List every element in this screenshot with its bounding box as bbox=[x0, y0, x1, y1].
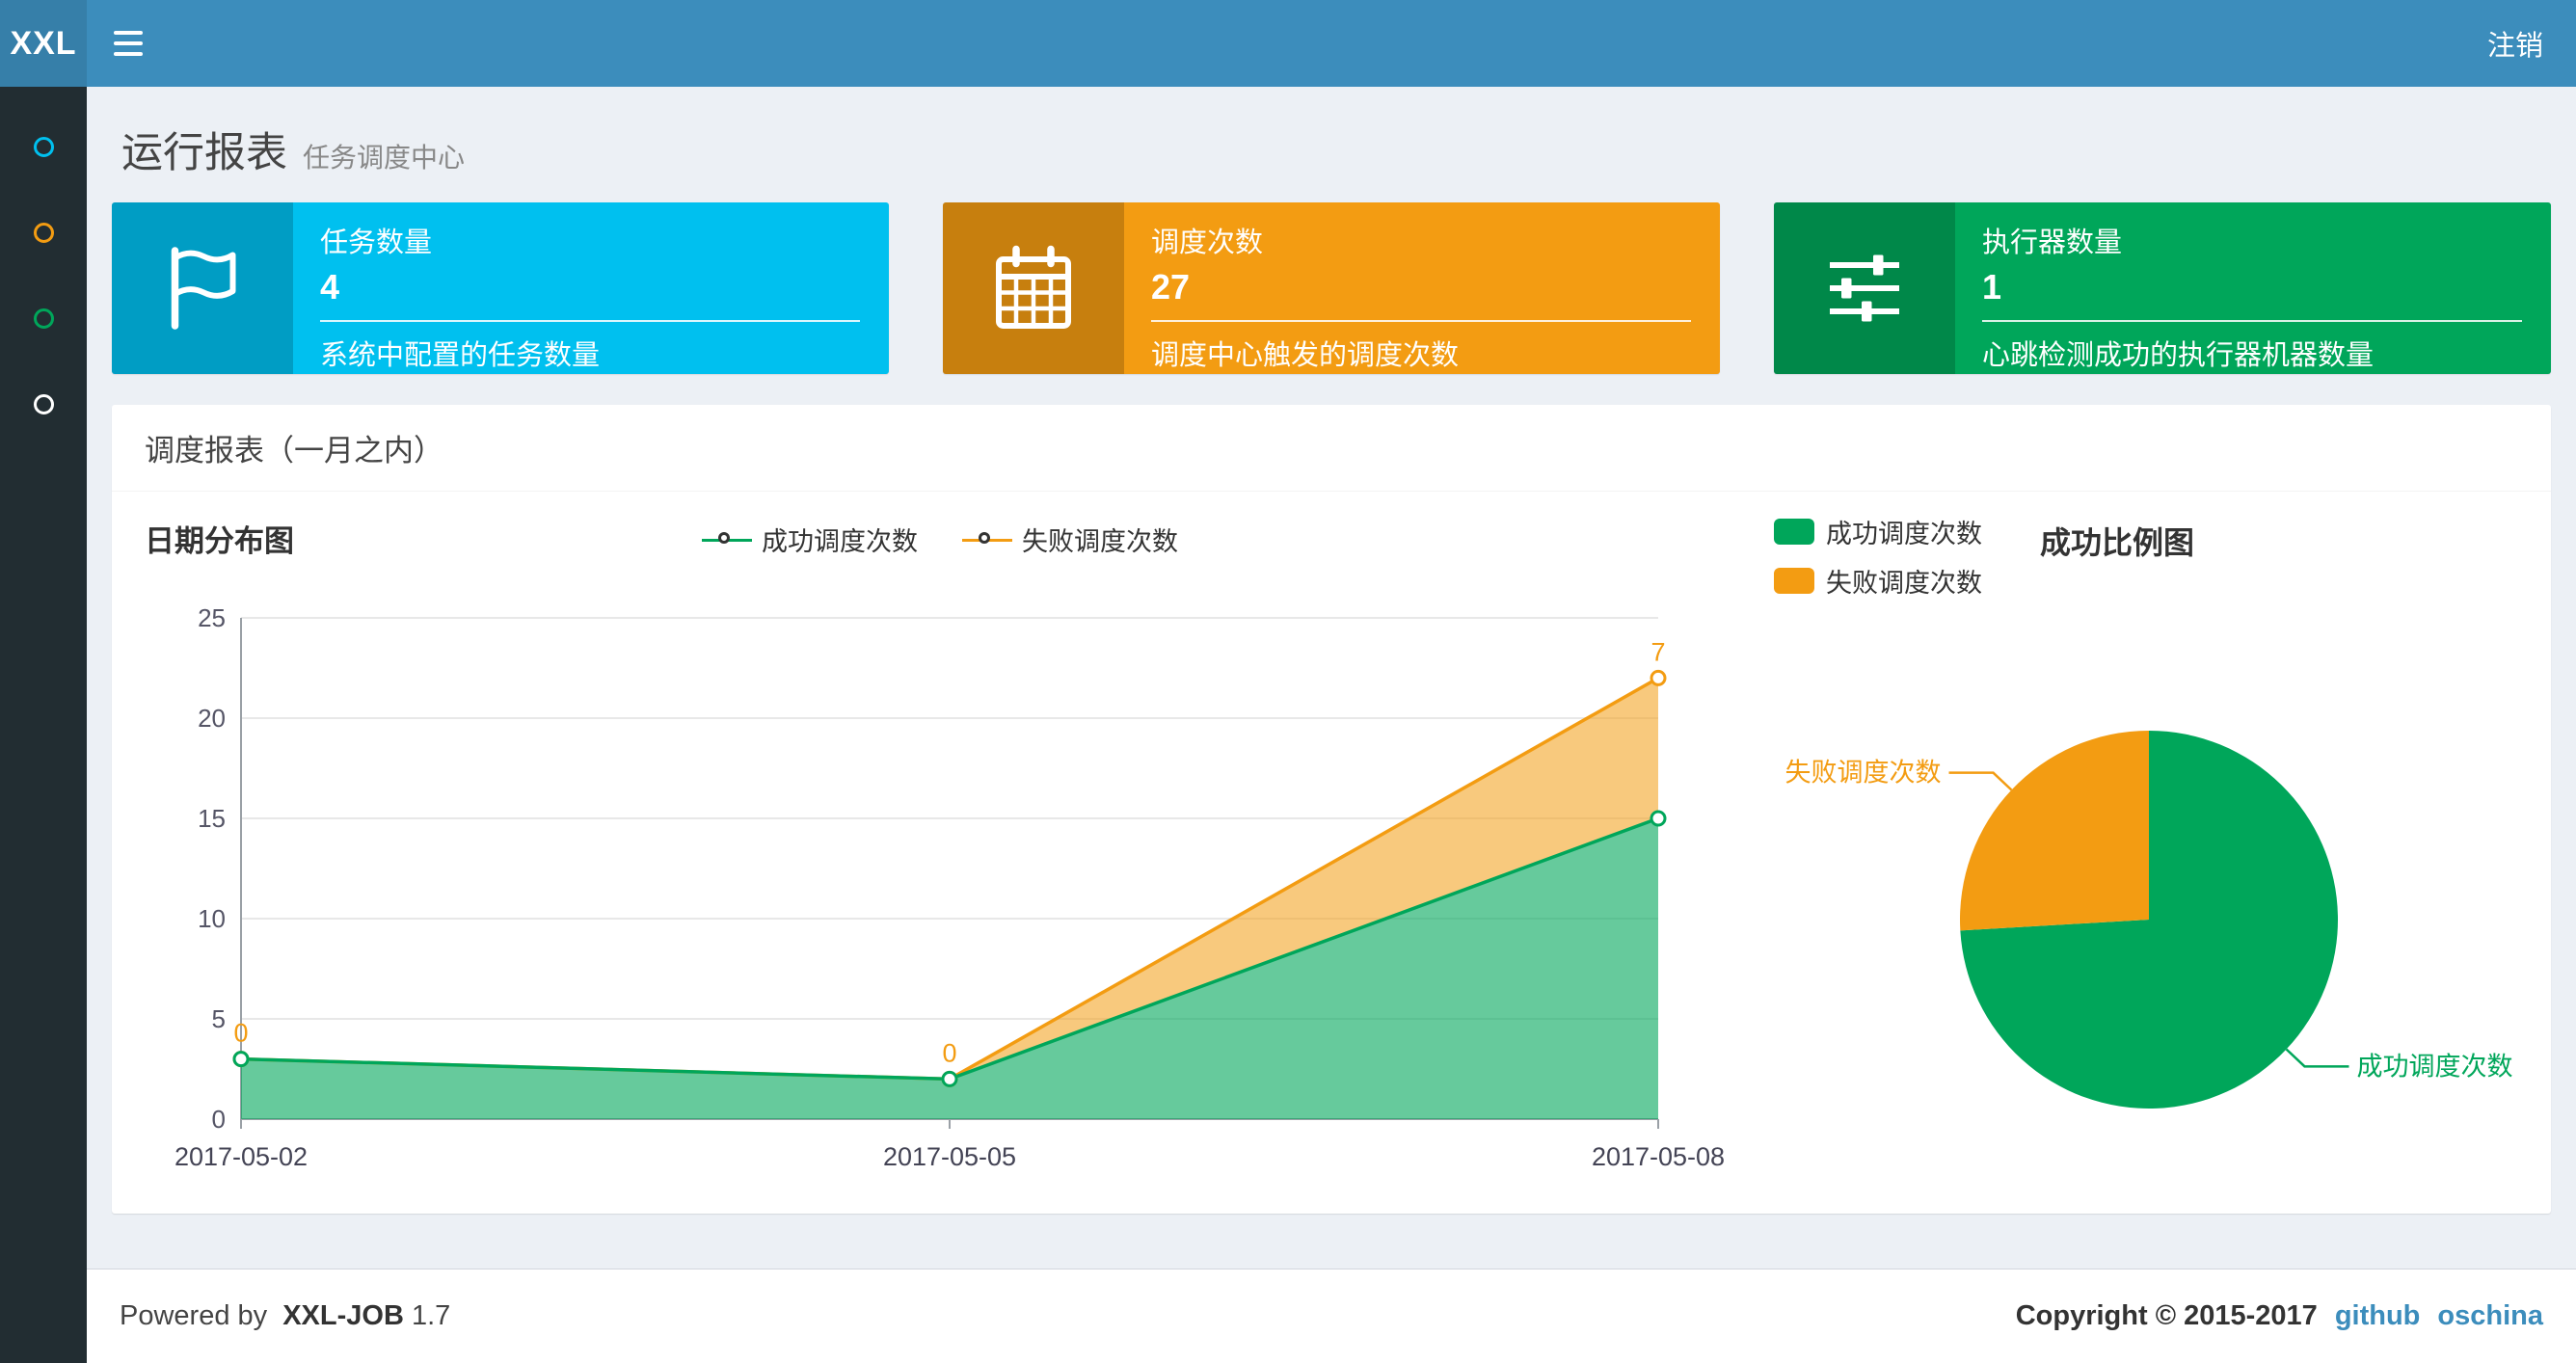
divider bbox=[320, 320, 860, 322]
footer-copyright: Copyright © 2015-2017 github oschina bbox=[2016, 1300, 2543, 1332]
github-link[interactable]: github bbox=[2335, 1300, 2421, 1332]
page-footer: Powered by XXL-JOB 1.7 Copyright © 2015-… bbox=[87, 1269, 2576, 1363]
version-text: 1.7 bbox=[411, 1300, 451, 1331]
info-box-value: 27 bbox=[1151, 267, 1191, 307]
report-panel: 调度报表（一月之内） 日期分布图 成功调度次数 失败调度次数 0 5 10 15… bbox=[112, 405, 2551, 1214]
svg-text:2017-05-02: 2017-05-02 bbox=[174, 1142, 308, 1171]
svg-text:失败调度次数: 失败调度次数 bbox=[1785, 759, 1942, 788]
panel-body: 日期分布图 成功调度次数 失败调度次数 0 5 10 15 20 25 0 20… bbox=[112, 492, 2551, 1214]
legend-label: 失败调度次数 bbox=[1022, 527, 1178, 556]
pie-chart-title: 成功比例图 bbox=[2040, 525, 2195, 560]
sidebar-toggle-button[interactable] bbox=[87, 0, 170, 87]
legend-item-fail[interactable]: 失败调度次数 bbox=[962, 521, 1178, 558]
svg-text:25: 25 bbox=[198, 603, 226, 632]
top-navbar: XXL 注销 bbox=[0, 0, 2576, 87]
legend-label: 成功调度次数 bbox=[762, 527, 918, 556]
hamburger-icon bbox=[114, 31, 143, 35]
sidebar-item-4[interactable] bbox=[0, 361, 87, 447]
hamburger-icon bbox=[114, 52, 143, 56]
date-distribution-chart-section: 日期分布图 成功调度次数 失败调度次数 0 5 10 15 20 25 0 20… bbox=[145, 511, 1735, 1187]
legend-label: 成功调度次数 bbox=[1826, 520, 1982, 548]
info-box-executor-count: 执行器数量 1 心跳检测成功的执行器机器数量 bbox=[1774, 202, 2551, 374]
sidebar-item-3[interactable] bbox=[0, 276, 87, 361]
circle-icon bbox=[33, 223, 54, 243]
svg-text:15: 15 bbox=[198, 804, 226, 833]
content: 运行报表 任务调度中心 任务数量 4 系统中配置的任务数量 调度次数 27 调度… bbox=[87, 87, 2576, 1269]
circle-icon bbox=[33, 308, 54, 329]
calendar-icon bbox=[943, 202, 1124, 374]
logout-link[interactable]: 注销 bbox=[2487, 23, 2543, 64]
info-box-label: 执行器数量 bbox=[1982, 227, 2123, 258]
svg-text:7: 7 bbox=[1650, 637, 1665, 666]
flag-icon bbox=[112, 202, 293, 374]
success-ratio-chart-section: 成功调度次数 失败调度次数 成功比例图 成功调度次数 失败调度次数 bbox=[1774, 511, 2526, 1187]
info-box-content: 任务数量 4 系统中配置的任务数量 bbox=[293, 202, 889, 374]
navbar-right: 注销 bbox=[2487, 0, 2576, 87]
svg-text:10: 10 bbox=[198, 904, 226, 933]
sidebar-item-1[interactable] bbox=[0, 104, 87, 190]
info-box-row: 任务数量 4 系统中配置的任务数量 调度次数 27 调度中心触发的调度次数 执行… bbox=[112, 202, 2551, 374]
powered-by-text: Powered by bbox=[120, 1300, 268, 1331]
success-ratio-pie-chart: 成功调度次数 失败调度次数 bbox=[1785, 731, 2512, 1109]
info-box-trigger-count: 调度次数 27 调度中心触发的调度次数 bbox=[943, 202, 1720, 374]
svg-text:20: 20 bbox=[198, 704, 226, 733]
page-title: 运行报表 bbox=[121, 130, 287, 176]
svg-text:2017-05-08: 2017-05-08 bbox=[1592, 1142, 1725, 1171]
svg-text:5: 5 bbox=[212, 1004, 226, 1033]
divider bbox=[1151, 320, 1691, 322]
oschina-link[interactable]: oschina bbox=[2437, 1300, 2543, 1332]
svg-text:成功调度次数: 成功调度次数 bbox=[2356, 1052, 2512, 1081]
line-chart-legend: 成功调度次数 失败调度次数 bbox=[145, 521, 1735, 558]
circle-icon bbox=[33, 137, 54, 157]
legend-item-success[interactable]: 成功调度次数 bbox=[702, 521, 918, 558]
info-box-description: 心跳检测成功的执行器机器数量 bbox=[1982, 340, 2375, 371]
info-box-value: 4 bbox=[320, 267, 340, 307]
line-marker-icon bbox=[962, 531, 1012, 548]
panel-title: 调度报表（一月之内） bbox=[145, 434, 443, 468]
panel-header: 调度报表（一月之内） bbox=[112, 405, 2551, 492]
line-chart-header: 日期分布图 成功调度次数 失败调度次数 bbox=[145, 511, 1735, 565]
svg-text:0: 0 bbox=[233, 1019, 248, 1048]
hamburger-icon bbox=[114, 41, 143, 45]
main-content-wrapper: 运行报表 任务调度中心 任务数量 4 系统中配置的任务数量 调度次数 27 调度… bbox=[87, 0, 2576, 1363]
app-logo[interactable]: XXL bbox=[0, 0, 87, 87]
info-box-content: 调度次数 27 调度中心触发的调度次数 bbox=[1124, 202, 1720, 374]
copyright-text: Copyright © 2015-2017 bbox=[2015, 1300, 2318, 1331]
legend-swatch-icon bbox=[1774, 519, 1814, 545]
info-box-description: 系统中配置的任务数量 bbox=[320, 340, 601, 371]
date-distribution-area-chart: 051015202502017-05-0202017-05-0572017-05… bbox=[174, 603, 1725, 1171]
circle-icon bbox=[33, 394, 54, 414]
info-box-job-count: 任务数量 4 系统中配置的任务数量 bbox=[112, 202, 889, 374]
svg-text:0: 0 bbox=[942, 1038, 956, 1067]
content-header: 运行报表 任务调度中心 bbox=[112, 112, 2551, 179]
svg-text:0: 0 bbox=[212, 1105, 226, 1134]
info-box-content: 执行器数量 1 心跳检测成功的执行器机器数量 bbox=[1955, 202, 2551, 374]
info-box-label: 任务数量 bbox=[320, 227, 433, 258]
info-box-description: 调度中心触发的调度次数 bbox=[1151, 340, 1460, 371]
legend-item-success[interactable]: 成功调度次数 bbox=[1774, 513, 1982, 550]
pie-chart-header: 成功调度次数 失败调度次数 成功比例图 bbox=[1774, 511, 2526, 598]
svg-text:2017-05-05: 2017-05-05 bbox=[883, 1142, 1016, 1171]
sidebar bbox=[0, 87, 87, 1363]
info-box-label: 调度次数 bbox=[1151, 227, 1264, 258]
page-subtitle: 任务调度中心 bbox=[303, 143, 466, 173]
info-box-value: 1 bbox=[1982, 267, 2002, 307]
brand-name: XXL-JOB bbox=[282, 1300, 404, 1331]
footer-powered-by: Powered by XXL-JOB 1.7 bbox=[120, 1300, 458, 1332]
line-marker-icon bbox=[702, 531, 752, 548]
divider bbox=[1982, 320, 2522, 322]
sidebar-item-2[interactable] bbox=[0, 190, 87, 276]
sliders-icon bbox=[1774, 202, 1955, 374]
